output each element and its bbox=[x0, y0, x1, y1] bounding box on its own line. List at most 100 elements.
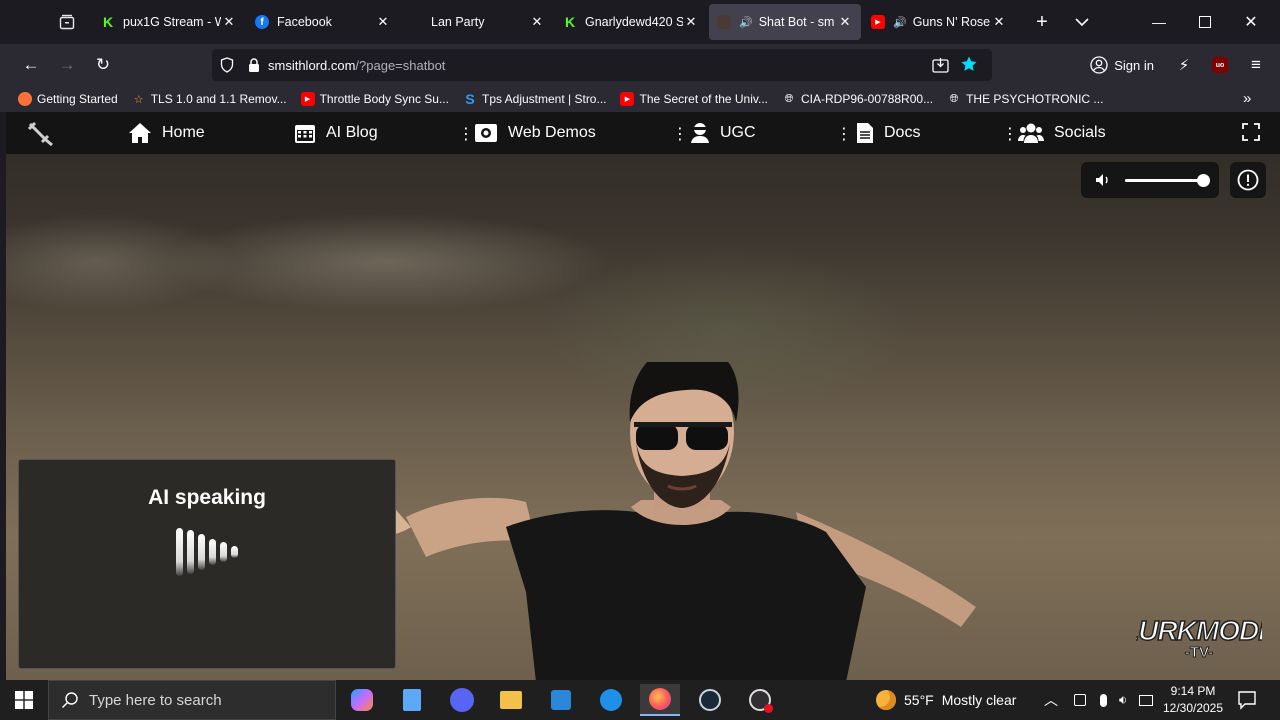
tab-5[interactable]: ▶ 🔊 Guns N' Rose ✕ bbox=[863, 4, 1015, 40]
file-app[interactable] bbox=[392, 684, 432, 716]
kebab-menu-icon[interactable]: ⋮ bbox=[458, 124, 474, 144]
volume-icon[interactable] bbox=[1095, 173, 1111, 187]
clock-time: 9:14 PM bbox=[1170, 684, 1216, 698]
nav-label: Home bbox=[162, 124, 205, 141]
nav-label: Docs bbox=[884, 124, 921, 141]
tab-1[interactable]: f Facebook ✕ bbox=[247, 4, 399, 40]
nav-home[interactable]: Home bbox=[128, 112, 205, 154]
bookmark-5[interactable]: 🌐︎ CIA-RDP96-00788R00... bbox=[782, 92, 933, 106]
bookmark-label: Tps Adjustment | Stro... bbox=[481, 92, 607, 106]
more-bookmarks-icon[interactable]: » bbox=[1243, 90, 1251, 107]
network-adapter-icon[interactable] bbox=[1074, 694, 1086, 706]
kebab-menu-icon[interactable]: ⋮ bbox=[1002, 124, 1018, 144]
obs-app[interactable] bbox=[740, 684, 780, 716]
speaker-icon[interactable]: 🔊 bbox=[739, 16, 753, 29]
steam-app[interactable] bbox=[690, 684, 730, 716]
maximize-button[interactable] bbox=[1182, 0, 1228, 44]
messenger-app[interactable] bbox=[591, 684, 631, 716]
chevron-down-icon bbox=[1075, 18, 1089, 27]
tab-title: pux1G Stream - W bbox=[123, 15, 221, 29]
close-icon[interactable]: ✕ bbox=[683, 14, 699, 30]
alert-circle-icon bbox=[1237, 169, 1259, 191]
bookmark-1[interactable]: ☆ TLS 1.0 and 1.1 Remov... bbox=[132, 92, 287, 106]
extensions-button[interactable]: ⚡ bbox=[1166, 49, 1202, 81]
sign-in-label: Sign in bbox=[1114, 57, 1154, 73]
nav-label: Socials bbox=[1054, 124, 1106, 141]
nav-docs[interactable]: Docs bbox=[856, 112, 920, 154]
nav-web-demos[interactable]: Web Demos bbox=[474, 112, 596, 154]
file-explorer-app[interactable] bbox=[491, 684, 531, 716]
kebab-menu-icon[interactable]: ⋮ bbox=[672, 124, 688, 144]
bookmark-star-icon[interactable] bbox=[960, 55, 978, 76]
close-icon[interactable]: ✕ bbox=[529, 14, 545, 30]
bookmark-6[interactable]: 🌐︎ THE PSYCHOTRONIC ... bbox=[947, 92, 1104, 106]
bookmark-2[interactable]: ▶ Throttle Body Sync Su... bbox=[300, 92, 449, 106]
sign-in-button[interactable]: Sign in bbox=[1090, 56, 1154, 74]
bookmark-3[interactable]: S Tps Adjustment | Stro... bbox=[463, 91, 607, 107]
tab-overview-icon bbox=[59, 14, 75, 30]
tab-3[interactable]: K Gnarlydewd420 St ✕ bbox=[555, 4, 707, 40]
close-icon[interactable]: ✕ bbox=[837, 14, 853, 30]
nav-ai-blog[interactable]: AI Blog bbox=[294, 112, 378, 154]
forward-arrow-icon: → bbox=[58, 55, 76, 74]
close-window-button[interactable]: ✕ bbox=[1228, 0, 1274, 44]
reload-icon: ↻ bbox=[95, 55, 111, 74]
list-tabs-button[interactable] bbox=[1062, 2, 1102, 42]
tab-4[interactable]: 🔊 Shat Bot - sm ✕ bbox=[709, 4, 861, 40]
volume-knob[interactable] bbox=[1196, 173, 1210, 187]
avatar-3d-character bbox=[386, 362, 976, 680]
weather-widget[interactable]: 55°F Mostly clear bbox=[876, 680, 1016, 720]
notification-icon[interactable] bbox=[1236, 689, 1258, 711]
system-clock[interactable]: 9:14 PM 12/30/2025 bbox=[1160, 683, 1226, 717]
firefox-app[interactable] bbox=[640, 684, 680, 716]
discord-app[interactable] bbox=[442, 684, 482, 716]
reload-button[interactable]: ↻ bbox=[85, 49, 121, 81]
url-text: smsithlord.com/?page=shatbot bbox=[268, 58, 445, 73]
close-icon[interactable]: ✕ bbox=[221, 14, 237, 30]
menu-button[interactable]: ≡ bbox=[1238, 49, 1274, 81]
star-icon: ☆ bbox=[133, 93, 144, 106]
nav-ugc[interactable]: UGC bbox=[690, 112, 756, 154]
info-button[interactable] bbox=[1230, 162, 1266, 198]
youtube-icon: ▶ bbox=[871, 15, 885, 29]
taskbar-search[interactable]: Type here to search bbox=[48, 680, 336, 720]
store-icon bbox=[551, 690, 571, 710]
fullscreen-icon[interactable] bbox=[1242, 123, 1260, 141]
store-app[interactable] bbox=[541, 684, 581, 716]
back-button[interactable]: ← bbox=[13, 49, 49, 81]
microphone-icon[interactable] bbox=[1100, 693, 1107, 707]
kebab-menu-icon[interactable]: ⋮ bbox=[836, 124, 852, 144]
minimize-icon: — bbox=[1152, 14, 1166, 30]
close-icon[interactable]: ✕ bbox=[991, 14, 1007, 30]
copilot-app[interactable] bbox=[342, 684, 382, 716]
tab-bar: K pux1G Stream - W ✕ f Facebook ✕ Lan Pa… bbox=[0, 0, 1280, 44]
speaker-icon[interactable]: 🔊 bbox=[893, 16, 907, 29]
tab-overview-button[interactable] bbox=[45, 0, 89, 44]
bookmark-0[interactable]: Getting Started bbox=[18, 92, 118, 106]
demo-icon bbox=[475, 124, 497, 142]
tab-0[interactable]: K pux1G Stream - W ✕ bbox=[93, 4, 245, 40]
lurkmode-tv-watermark: LURKMODE -TV- bbox=[1136, 614, 1262, 660]
speaker-icon[interactable]: 🔉︎ bbox=[1119, 692, 1127, 708]
url-path: /?page=shatbot bbox=[355, 57, 446, 73]
close-icon[interactable]: ✕ bbox=[375, 14, 391, 30]
nav-socials[interactable]: Socials bbox=[1018, 112, 1106, 154]
ublock-button[interactable]: uo bbox=[1202, 49, 1238, 81]
clock-date: 12/30/2025 bbox=[1162, 701, 1224, 715]
tab-2[interactable]: Lan Party ✕ bbox=[401, 4, 553, 40]
volume-slider[interactable] bbox=[1125, 173, 1210, 187]
chevron-up-icon[interactable]: ︿ bbox=[1042, 690, 1060, 710]
new-tab-button[interactable]: + bbox=[1022, 2, 1062, 42]
lock-icon bbox=[249, 57, 259, 72]
page-viewport: Home AI Blog ⋮ Web Demos ⋮ UGC ⋮ Docs ⋮ … bbox=[6, 112, 1280, 680]
svg-text:LURKMODE: LURKMODE bbox=[1136, 615, 1262, 646]
download-page-icon[interactable] bbox=[932, 57, 949, 76]
forward-button[interactable]: → bbox=[49, 49, 85, 81]
youtube-icon: ▶ bbox=[300, 92, 315, 106]
sword-logo-icon[interactable] bbox=[26, 120, 56, 146]
minimize-button[interactable]: — bbox=[1136, 0, 1182, 44]
bookmark-4[interactable]: ▶ The Secret of the Univ... bbox=[620, 92, 768, 106]
network-icon[interactable] bbox=[1139, 694, 1154, 706]
url-bar[interactable]: smsithlord.com/?page=shatbot bbox=[212, 49, 992, 81]
start-button[interactable] bbox=[0, 680, 48, 720]
